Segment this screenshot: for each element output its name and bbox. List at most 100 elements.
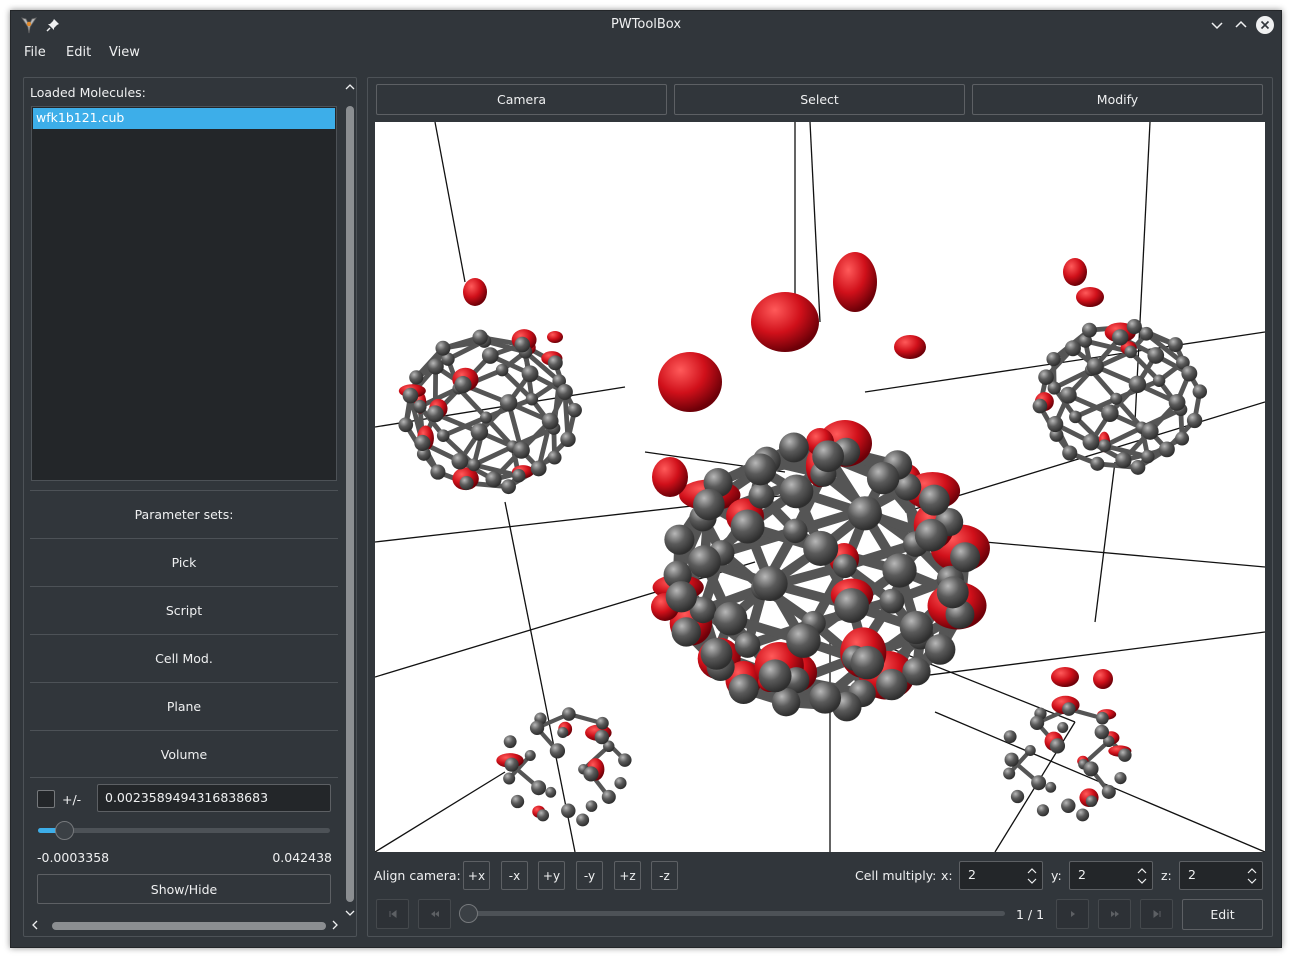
cell-z-spinbox[interactable]: 2 xyxy=(1179,861,1263,890)
maximize-button[interactable] xyxy=(1231,15,1251,35)
cell-x-spinbox[interactable]: 2 xyxy=(959,861,1043,890)
show-hide-button[interactable]: Show/Hide xyxy=(37,874,331,904)
first-frame-button[interactable] xyxy=(376,899,409,929)
cell-y-value: 2 xyxy=(1078,867,1086,882)
atom xyxy=(530,460,547,477)
atom xyxy=(914,518,948,552)
atom xyxy=(510,794,525,809)
atom xyxy=(832,553,857,579)
density-lobe xyxy=(463,278,487,306)
atom xyxy=(783,518,808,544)
atom xyxy=(1186,412,1203,429)
atom xyxy=(596,716,609,730)
next-frame-button[interactable] xyxy=(1098,899,1131,929)
pick-section[interactable]: Pick xyxy=(30,538,338,586)
atom xyxy=(744,453,777,486)
title-bar: PWToolBox xyxy=(11,11,1281,39)
atom xyxy=(1010,789,1025,804)
previous-frame-button[interactable] xyxy=(418,899,451,929)
atom xyxy=(1061,798,1076,813)
tab-modify[interactable]: Modify xyxy=(972,84,1263,115)
atom xyxy=(480,411,493,424)
atom xyxy=(778,432,809,463)
atom xyxy=(583,766,599,782)
atom xyxy=(847,496,882,531)
y-label: y: xyxy=(1051,868,1062,883)
atom xyxy=(511,468,526,483)
isovalue-slider[interactable] xyxy=(38,828,330,833)
menu-view[interactable]: View xyxy=(109,45,140,60)
isovalue-slider-handle[interactable] xyxy=(54,821,74,840)
plus-minus-label: +/- xyxy=(62,792,82,807)
close-button[interactable] xyxy=(1255,15,1275,35)
scroll-up-icon xyxy=(345,84,355,90)
frame-slider-handle[interactable] xyxy=(459,904,478,923)
atom xyxy=(834,588,870,624)
align-plus-z-button[interactable]: +z xyxy=(614,861,641,890)
molecule-list[interactable]: wfk1b121.cub xyxy=(31,106,337,481)
frame-separator: / xyxy=(1027,907,1033,922)
atom xyxy=(1031,775,1047,791)
horizontal-scroll-thumb[interactable] xyxy=(52,922,326,930)
atom xyxy=(547,450,562,465)
atom xyxy=(561,803,576,818)
isovalue-sign-checkbox[interactable] xyxy=(37,790,55,808)
cell-y-spinbox[interactable]: 2 xyxy=(1069,861,1153,890)
skip-last-icon xyxy=(1153,910,1160,918)
isovalue-input[interactable]: 0.0023589494316838683 xyxy=(97,784,331,812)
minimize-button[interactable] xyxy=(1207,15,1227,35)
tab-camera[interactable]: Camera xyxy=(376,84,667,115)
atom xyxy=(1168,394,1186,411)
atom xyxy=(430,464,446,480)
atom xyxy=(521,365,539,383)
atom xyxy=(549,743,566,759)
align-minus-z-button[interactable]: -z xyxy=(651,861,678,890)
close-icon xyxy=(1256,16,1274,34)
cell-x-value: 2 xyxy=(968,867,976,882)
frame-counter: 1 / 1 xyxy=(1010,907,1050,922)
plane-section[interactable]: Plane xyxy=(30,682,338,730)
frame-slider[interactable] xyxy=(461,911,1005,916)
atom xyxy=(1082,433,1100,451)
menu-file[interactable]: File xyxy=(24,45,46,60)
edit-button[interactable]: Edit xyxy=(1182,899,1263,930)
atom xyxy=(454,376,472,394)
volume-section[interactable]: Volume xyxy=(30,730,338,778)
fast-forward-icon xyxy=(1110,911,1119,917)
script-section[interactable]: Script xyxy=(30,586,338,634)
parameter-sets-section[interactable]: Parameter sets: xyxy=(30,490,338,538)
cell-line xyxy=(375,771,506,852)
atom xyxy=(866,461,900,495)
atom xyxy=(470,423,489,441)
menu-edit[interactable]: Edit xyxy=(66,45,91,60)
vertical-scroll-thumb[interactable] xyxy=(346,106,354,902)
cell-mod-section[interactable]: Cell Mod. xyxy=(30,634,338,682)
density-lobe xyxy=(658,352,722,412)
list-item[interactable]: wfk1b121.cub xyxy=(33,108,335,129)
atom xyxy=(879,588,905,614)
play-button[interactable] xyxy=(1056,899,1089,929)
atom xyxy=(730,509,765,544)
align-minus-y-button[interactable]: -y xyxy=(576,861,603,890)
atom xyxy=(525,393,539,406)
dock-vertical-scrollbar[interactable] xyxy=(344,82,356,918)
molecule-3d-viewport[interactable] xyxy=(375,122,1265,852)
align-minus-x-button[interactable]: -x xyxy=(501,861,528,890)
dock-horizontal-scrollbar[interactable] xyxy=(28,916,344,934)
cell-line xyxy=(434,122,466,283)
molecule-scene[interactable] xyxy=(375,122,1265,852)
tab-select[interactable]: Select xyxy=(674,84,965,115)
molecule-dock: Loaded Molecules: wfk1b121.cub Parameter… xyxy=(23,77,357,937)
atom xyxy=(752,566,788,602)
atom xyxy=(512,441,530,459)
atom xyxy=(402,387,419,404)
atom xyxy=(1029,715,1045,731)
align-plus-x-button[interactable]: +x xyxy=(463,861,490,890)
atom xyxy=(1115,452,1132,469)
atom xyxy=(501,479,516,495)
atom xyxy=(664,524,695,555)
last-frame-button[interactable] xyxy=(1140,899,1173,929)
atom xyxy=(899,610,934,645)
align-plus-y-button[interactable]: +y xyxy=(538,861,565,890)
atom xyxy=(1003,767,1016,780)
